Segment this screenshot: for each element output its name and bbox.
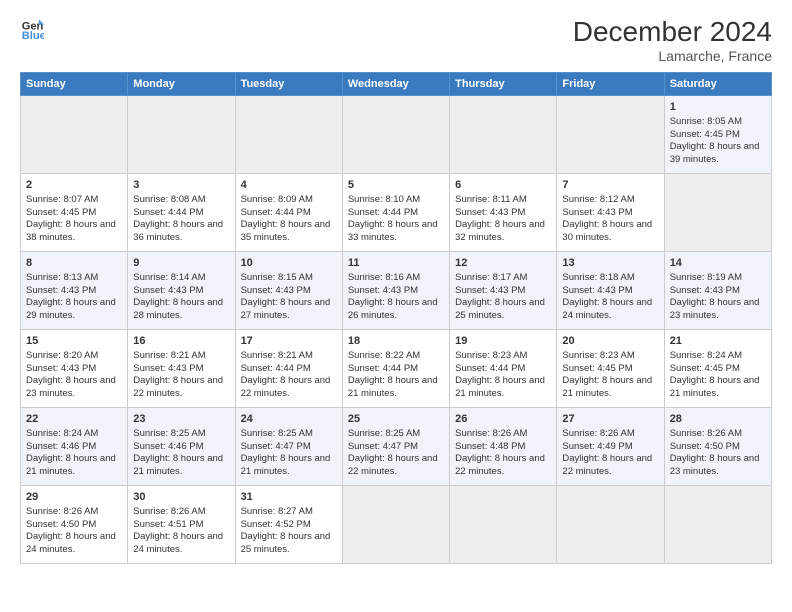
table-row: 10Sunrise: 8:15 AMSunset: 4:43 PMDayligh… bbox=[235, 252, 342, 330]
table-row: 16Sunrise: 8:21 AMSunset: 4:43 PMDayligh… bbox=[128, 330, 235, 408]
calendar-week-row: 29Sunrise: 8:26 AMSunset: 4:50 PMDayligh… bbox=[21, 486, 772, 564]
day-number: 15 bbox=[26, 334, 122, 349]
day-number: 21 bbox=[670, 334, 766, 349]
table-row: 23Sunrise: 8:25 AMSunset: 4:46 PMDayligh… bbox=[128, 408, 235, 486]
title-block: December 2024 Lamarche, France bbox=[573, 16, 772, 64]
table-row: 29Sunrise: 8:26 AMSunset: 4:50 PMDayligh… bbox=[21, 486, 128, 564]
day-number: 17 bbox=[241, 334, 337, 349]
table-row bbox=[450, 96, 557, 174]
table-row: 30Sunrise: 8:26 AMSunset: 4:51 PMDayligh… bbox=[128, 486, 235, 564]
table-row bbox=[557, 96, 664, 174]
table-row: 26Sunrise: 8:26 AMSunset: 4:48 PMDayligh… bbox=[450, 408, 557, 486]
col-thursday: Thursday bbox=[450, 73, 557, 96]
page: Gen Blue December 2024 Lamarche, France … bbox=[0, 0, 792, 612]
col-tuesday: Tuesday bbox=[235, 73, 342, 96]
subtitle: Lamarche, France bbox=[573, 48, 772, 64]
table-row bbox=[128, 96, 235, 174]
day-number: 19 bbox=[455, 334, 551, 349]
day-number: 25 bbox=[348, 412, 444, 427]
day-number: 20 bbox=[562, 334, 658, 349]
header: Gen Blue December 2024 Lamarche, France bbox=[20, 16, 772, 64]
day-number: 27 bbox=[562, 412, 658, 427]
day-number: 4 bbox=[241, 178, 337, 193]
table-row bbox=[450, 486, 557, 564]
day-number: 29 bbox=[26, 490, 122, 505]
table-row bbox=[557, 486, 664, 564]
table-row: 4Sunrise: 8:09 AMSunset: 4:44 PMDaylight… bbox=[235, 174, 342, 252]
table-row bbox=[342, 486, 449, 564]
table-row bbox=[21, 96, 128, 174]
table-row: 12Sunrise: 8:17 AMSunset: 4:43 PMDayligh… bbox=[450, 252, 557, 330]
day-number: 11 bbox=[348, 256, 444, 271]
day-number: 9 bbox=[133, 256, 229, 271]
table-row: 14Sunrise: 8:19 AMSunset: 4:43 PMDayligh… bbox=[664, 252, 771, 330]
calendar-week-row: 22Sunrise: 8:24 AMSunset: 4:46 PMDayligh… bbox=[21, 408, 772, 486]
calendar-week-row: 1Sunrise: 8:05 AMSunset: 4:45 PMDaylight… bbox=[21, 96, 772, 174]
day-number: 30 bbox=[133, 490, 229, 505]
table-row: 15Sunrise: 8:20 AMSunset: 4:43 PMDayligh… bbox=[21, 330, 128, 408]
table-row: 11Sunrise: 8:16 AMSunset: 4:43 PMDayligh… bbox=[342, 252, 449, 330]
table-row: 6Sunrise: 8:11 AMSunset: 4:43 PMDaylight… bbox=[450, 174, 557, 252]
day-number: 1 bbox=[670, 100, 766, 115]
calendar-table: Sunday Monday Tuesday Wednesday Thursday… bbox=[20, 72, 772, 564]
table-row: 1Sunrise: 8:05 AMSunset: 4:45 PMDaylight… bbox=[664, 96, 771, 174]
day-number: 16 bbox=[133, 334, 229, 349]
day-number: 12 bbox=[455, 256, 551, 271]
calendar-week-row: 8Sunrise: 8:13 AMSunset: 4:43 PMDaylight… bbox=[21, 252, 772, 330]
calendar-week-row: 15Sunrise: 8:20 AMSunset: 4:43 PMDayligh… bbox=[21, 330, 772, 408]
table-row: 2Sunrise: 8:07 AMSunset: 4:45 PMDaylight… bbox=[21, 174, 128, 252]
svg-text:Blue: Blue bbox=[22, 30, 44, 40]
day-number: 14 bbox=[670, 256, 766, 271]
table-row: 28Sunrise: 8:26 AMSunset: 4:50 PMDayligh… bbox=[664, 408, 771, 486]
table-row: 21Sunrise: 8:24 AMSunset: 4:45 PMDayligh… bbox=[664, 330, 771, 408]
table-row bbox=[342, 96, 449, 174]
table-row: 18Sunrise: 8:22 AMSunset: 4:44 PMDayligh… bbox=[342, 330, 449, 408]
col-saturday: Saturday bbox=[664, 73, 771, 96]
day-number: 23 bbox=[133, 412, 229, 427]
day-number: 24 bbox=[241, 412, 337, 427]
table-row bbox=[664, 174, 771, 252]
table-row: 20Sunrise: 8:23 AMSunset: 4:45 PMDayligh… bbox=[557, 330, 664, 408]
header-row: Sunday Monday Tuesday Wednesday Thursday… bbox=[21, 73, 772, 96]
day-number: 28 bbox=[670, 412, 766, 427]
logo-icon: Gen Blue bbox=[20, 16, 44, 40]
table-row: 25Sunrise: 8:25 AMSunset: 4:47 PMDayligh… bbox=[342, 408, 449, 486]
table-row: 3Sunrise: 8:08 AMSunset: 4:44 PMDaylight… bbox=[128, 174, 235, 252]
day-number: 3 bbox=[133, 178, 229, 193]
col-sunday: Sunday bbox=[21, 73, 128, 96]
table-row bbox=[664, 486, 771, 564]
table-row: 8Sunrise: 8:13 AMSunset: 4:43 PMDaylight… bbox=[21, 252, 128, 330]
logo: Gen Blue bbox=[20, 16, 44, 40]
day-number: 18 bbox=[348, 334, 444, 349]
table-row: 27Sunrise: 8:26 AMSunset: 4:49 PMDayligh… bbox=[557, 408, 664, 486]
day-number: 22 bbox=[26, 412, 122, 427]
table-row: 17Sunrise: 8:21 AMSunset: 4:44 PMDayligh… bbox=[235, 330, 342, 408]
day-number: 10 bbox=[241, 256, 337, 271]
table-row: 22Sunrise: 8:24 AMSunset: 4:46 PMDayligh… bbox=[21, 408, 128, 486]
col-monday: Monday bbox=[128, 73, 235, 96]
table-row: 5Sunrise: 8:10 AMSunset: 4:44 PMDaylight… bbox=[342, 174, 449, 252]
table-row: 24Sunrise: 8:25 AMSunset: 4:47 PMDayligh… bbox=[235, 408, 342, 486]
calendar-week-row: 2Sunrise: 8:07 AMSunset: 4:45 PMDaylight… bbox=[21, 174, 772, 252]
day-number: 2 bbox=[26, 178, 122, 193]
day-number: 31 bbox=[241, 490, 337, 505]
table-row bbox=[235, 96, 342, 174]
month-title: December 2024 bbox=[573, 16, 772, 48]
day-number: 7 bbox=[562, 178, 658, 193]
day-number: 5 bbox=[348, 178, 444, 193]
table-row: 7Sunrise: 8:12 AMSunset: 4:43 PMDaylight… bbox=[557, 174, 664, 252]
table-row: 9Sunrise: 8:14 AMSunset: 4:43 PMDaylight… bbox=[128, 252, 235, 330]
table-row: 13Sunrise: 8:18 AMSunset: 4:43 PMDayligh… bbox=[557, 252, 664, 330]
day-number: 13 bbox=[562, 256, 658, 271]
col-wednesday: Wednesday bbox=[342, 73, 449, 96]
table-row: 19Sunrise: 8:23 AMSunset: 4:44 PMDayligh… bbox=[450, 330, 557, 408]
day-number: 6 bbox=[455, 178, 551, 193]
col-friday: Friday bbox=[557, 73, 664, 96]
day-number: 26 bbox=[455, 412, 551, 427]
table-row: 31Sunrise: 8:27 AMSunset: 4:52 PMDayligh… bbox=[235, 486, 342, 564]
day-number: 8 bbox=[26, 256, 122, 271]
